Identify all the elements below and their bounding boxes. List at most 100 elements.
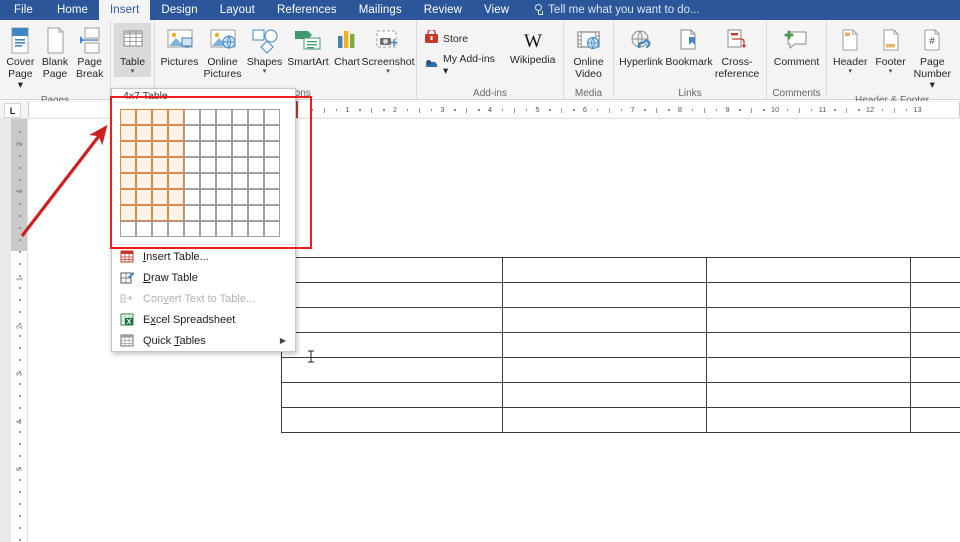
table-cell[interactable] — [502, 407, 707, 433]
grid-cell-r3-c3[interactable] — [152, 141, 168, 157]
grid-cell-r7-c7[interactable] — [216, 205, 232, 221]
tab-stop-selector[interactable]: L — [4, 103, 21, 118]
grid-cell-r7-c5[interactable] — [184, 205, 200, 221]
grid-cell-r5-c3[interactable] — [152, 173, 168, 189]
grid-cell-r3-c9[interactable] — [248, 141, 264, 157]
shapes-button[interactable]: Shapes ▾ — [244, 23, 285, 77]
grid-cell-r4-c3[interactable] — [152, 157, 168, 173]
grid-cell-r2-c8[interactable] — [232, 125, 248, 141]
grid-cell-r4-c2[interactable] — [136, 157, 152, 173]
grid-cell-r2-c5[interactable] — [184, 125, 200, 141]
page-break-button[interactable]: Page Break — [72, 23, 107, 82]
table-cell[interactable] — [502, 332, 707, 358]
grid-cell-r8-c1[interactable] — [120, 221, 136, 237]
table-cell[interactable] — [502, 257, 707, 283]
grid-cell-r8-c7[interactable] — [216, 221, 232, 237]
grid-cell-r1-c1[interactable] — [120, 109, 136, 125]
grid-cell-r7-c8[interactable] — [232, 205, 248, 221]
grid-cell-r7-c1[interactable] — [120, 205, 136, 221]
my-addins-button[interactable]: My Add-ins ▾ — [420, 50, 505, 80]
grid-cell-r4-c6[interactable] — [200, 157, 216, 173]
online-pictures-button[interactable]: Online Pictures — [201, 23, 244, 82]
tab-file[interactable]: File — [0, 0, 46, 20]
grid-cell-r3-c7[interactable] — [216, 141, 232, 157]
shapes-dropdown-caret[interactable]: ▾ — [263, 68, 267, 75]
grid-cell-r4-c1[interactable] — [120, 157, 136, 173]
menu-item-insert-table[interactable]: Insert Table... — [112, 246, 295, 267]
grid-cell-r6-c5[interactable] — [184, 189, 200, 205]
grid-cell-r3-c1[interactable] — [120, 141, 136, 157]
grid-cell-r5-c7[interactable] — [216, 173, 232, 189]
grid-cell-r3-c5[interactable] — [184, 141, 200, 157]
table-row[interactable] — [280, 332, 960, 358]
tab-review[interactable]: Review — [413, 0, 473, 20]
header-button[interactable]: Header ▾ — [830, 23, 870, 77]
table-cell[interactable] — [280, 307, 504, 333]
grid-cell-r4-c5[interactable] — [184, 157, 200, 173]
comment-button[interactable]: Comment — [770, 23, 823, 71]
table-cell[interactable] — [705, 382, 911, 408]
grid-cell-r4-c9[interactable] — [248, 157, 264, 173]
table-cell[interactable] — [705, 282, 911, 308]
grid-cell-r1-c8[interactable] — [232, 109, 248, 125]
menu-item-excel-spreadsheet[interactable]: X Excel Spreadsheet — [112, 309, 295, 330]
grid-cell-r2-c1[interactable] — [120, 125, 136, 141]
tab-mailings[interactable]: Mailings — [348, 0, 413, 20]
grid-cell-r1-c6[interactable] — [200, 109, 216, 125]
table-row[interactable] — [280, 307, 960, 333]
grid-cell-r5-c2[interactable] — [136, 173, 152, 189]
tab-references[interactable]: References — [266, 0, 348, 20]
grid-cell-r6-c2[interactable] — [136, 189, 152, 205]
grid-cell-r8-c10[interactable] — [264, 221, 280, 237]
grid-cell-r1-c10[interactable] — [264, 109, 280, 125]
wikipedia-button[interactable]: W Wikipedia — [505, 23, 560, 69]
table-cell[interactable] — [909, 307, 960, 333]
grid-cell-r3-c8[interactable] — [232, 141, 248, 157]
table-cell[interactable] — [909, 332, 960, 358]
grid-cell-r8-c5[interactable] — [184, 221, 200, 237]
grid-cell-r4-c7[interactable] — [216, 157, 232, 173]
smartart-button[interactable]: SmartArt — [285, 23, 331, 71]
pictures-button[interactable]: Pictures — [158, 23, 201, 71]
grid-cell-r5-c5[interactable] — [184, 173, 200, 189]
grid-cell-r6-c3[interactable] — [152, 189, 168, 205]
grid-cell-r7-c4[interactable] — [168, 205, 184, 221]
grid-cell-r7-c3[interactable] — [152, 205, 168, 221]
table-row[interactable] — [280, 382, 960, 408]
grid-cell-r1-c2[interactable] — [136, 109, 152, 125]
table-cell[interactable] — [502, 382, 707, 408]
table-dropdown-caret[interactable]: ▾ — [131, 68, 135, 75]
grid-cell-r7-c10[interactable] — [264, 205, 280, 221]
table-cell[interactable] — [502, 357, 707, 383]
grid-cell-r5-c8[interactable] — [232, 173, 248, 189]
tab-home[interactable]: Home — [46, 0, 99, 20]
table-button[interactable]: Table ▾ — [114, 23, 151, 77]
vertical-ruler[interactable]: 2112345 — [11, 119, 28, 542]
table-cell[interactable] — [705, 307, 911, 333]
grid-cell-r3-c2[interactable] — [136, 141, 152, 157]
table-grid-picker[interactable] — [112, 103, 295, 242]
grid-cell-r8-c2[interactable] — [136, 221, 152, 237]
footer-button[interactable]: Footer ▾ — [870, 23, 910, 77]
grid-cell-r4-c10[interactable] — [264, 157, 280, 173]
table-cell[interactable] — [705, 357, 911, 383]
tab-design[interactable]: Design — [150, 0, 208, 20]
grid-cell-r2-c7[interactable] — [216, 125, 232, 141]
table-cell[interactable] — [909, 407, 960, 433]
grid-cell-r6-c7[interactable] — [216, 189, 232, 205]
cover-page-button[interactable]: Cover Page ▾ — [3, 23, 38, 94]
grid-cell-r1-c4[interactable] — [168, 109, 184, 125]
left-margin-marker[interactable] — [296, 101, 298, 118]
grid-cell-r2-c4[interactable] — [168, 125, 184, 141]
grid-cell-r2-c6[interactable] — [200, 125, 216, 141]
grid-cell-r8-c3[interactable] — [152, 221, 168, 237]
table-cell[interactable] — [705, 407, 911, 433]
grid-cell-r6-c1[interactable] — [120, 189, 136, 205]
table-cell[interactable] — [502, 282, 707, 308]
grid-cell-r5-c6[interactable] — [200, 173, 216, 189]
screenshot-button[interactable]: Screenshot ▾ — [361, 23, 415, 77]
cross-reference-button[interactable]: Cross- reference — [713, 23, 761, 82]
page-number-button[interactable]: # Page Number ▾ — [911, 23, 954, 94]
hyperlink-button[interactable]: Hyperlink — [617, 23, 665, 71]
grid-cell-r7-c9[interactable] — [248, 205, 264, 221]
